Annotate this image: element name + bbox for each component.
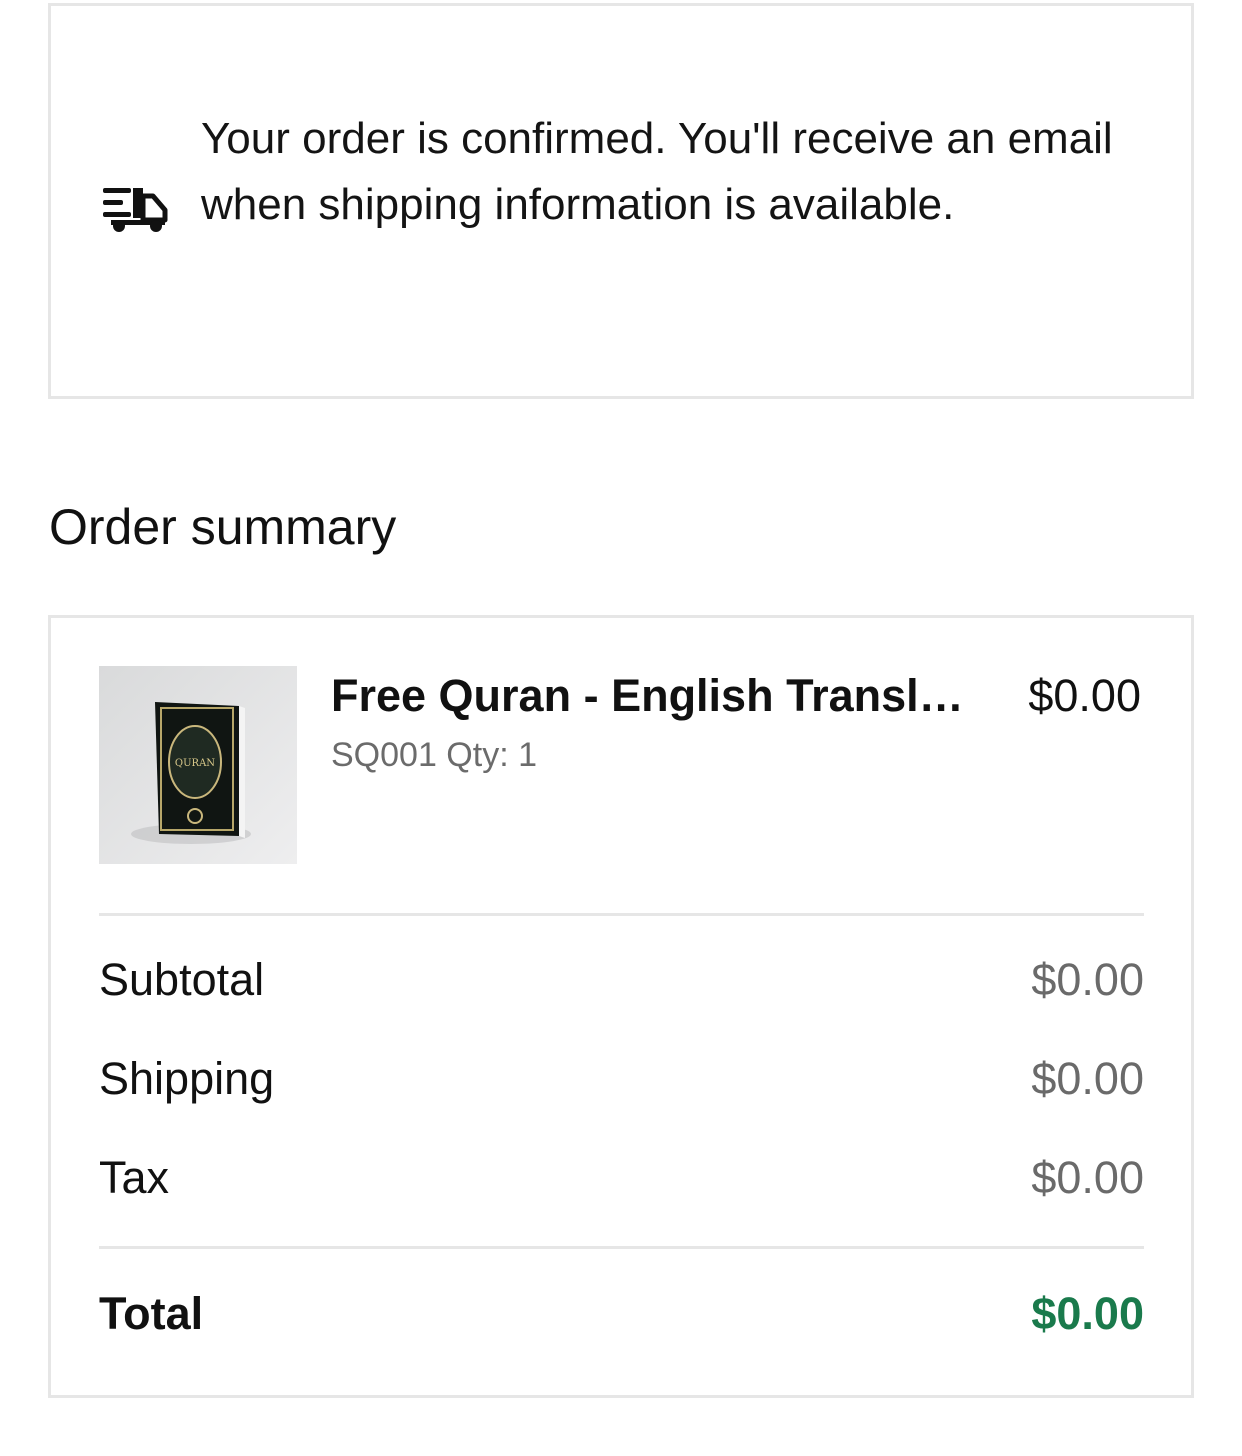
total-label: Total <box>99 1288 204 1339</box>
shipping-label: Shipping <box>99 1053 275 1104</box>
tax-value: $0.00 <box>1031 1152 1144 1203</box>
order-summary-title: Order summary <box>49 499 397 555</box>
shipping-row: Shipping $0.00 <box>99 1053 1144 1105</box>
confirmation-card: Your order is confirmed. You'll receive … <box>48 3 1194 399</box>
order-confirmation-page: Your order is confirmed. You'll receive … <box>0 0 1242 1456</box>
order-summary-card: QURAN Free Quran - English Translation $… <box>48 615 1194 1398</box>
divider <box>99 913 1144 916</box>
divider <box>99 1246 1144 1249</box>
truck-icon <box>103 188 168 232</box>
subtotal-value: $0.00 <box>1031 954 1144 1005</box>
total-row: Total $0.00 <box>99 1288 1144 1340</box>
subtotal-row: Subtotal $0.00 <box>99 954 1144 1006</box>
subtotal-label: Subtotal <box>99 954 265 1005</box>
product-name: Free Quran - English Translation <box>331 670 986 721</box>
shipping-value: $0.00 <box>1031 1053 1144 1104</box>
tax-row: Tax $0.00 <box>99 1152 1144 1204</box>
total-value: $0.00 <box>1031 1288 1144 1339</box>
product-sku-qty: SQ001 Qty: 1 <box>331 736 537 774</box>
tax-label: Tax <box>99 1152 170 1203</box>
product-image-label: QURAN <box>175 758 215 769</box>
product-image: QURAN <box>99 666 297 864</box>
product-price: $0.00 <box>1028 670 1141 721</box>
confirmation-message: Your order is confirmed. You'll receive … <box>201 114 1113 229</box>
